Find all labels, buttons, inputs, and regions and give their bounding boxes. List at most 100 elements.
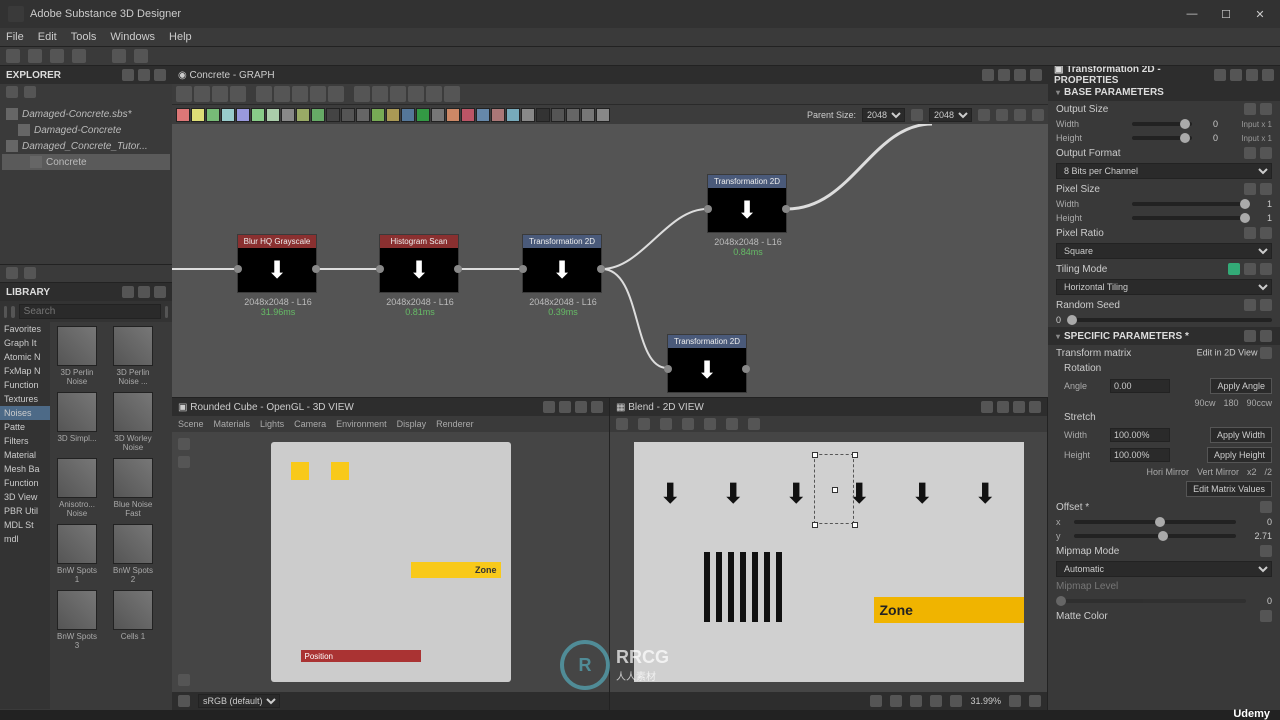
view2d-tool-icon[interactable]	[660, 418, 672, 430]
view2d-tool-icon[interactable]	[704, 418, 716, 430]
library-thumb[interactable]: 3D Perlin Noise	[54, 326, 100, 386]
toolbar-save-icon[interactable]	[50, 49, 64, 63]
palette-swatch[interactable]	[356, 108, 370, 122]
window-maximize[interactable]: ☐	[1214, 8, 1238, 21]
palette-swatch[interactable]	[566, 108, 580, 122]
reset-icon[interactable]	[1244, 227, 1256, 239]
link-icon[interactable]	[911, 109, 923, 121]
library-category[interactable]: Function	[0, 378, 50, 392]
view2d-status-icon[interactable]	[950, 695, 962, 707]
library-thumb[interactable]: BnW Spots 2	[110, 524, 156, 584]
palette-swatch[interactable]	[461, 108, 475, 122]
palette-swatch[interactable]	[416, 108, 430, 122]
view2d-reset-icon[interactable]	[1029, 695, 1041, 707]
offset-x-slider[interactable]	[1074, 520, 1236, 524]
props-pop-icon[interactable]	[1230, 69, 1242, 81]
palette-swatch[interactable]	[536, 108, 550, 122]
view2d-tool-icon[interactable]	[638, 418, 650, 430]
library-pin-icon[interactable]	[122, 286, 134, 298]
view3d-pin-icon[interactable]	[543, 401, 555, 413]
graph-tool-icon[interactable]	[390, 86, 406, 102]
library-max-icon[interactable]	[138, 286, 150, 298]
menu-file[interactable]: File	[6, 31, 24, 43]
graph-tool-icon[interactable]	[372, 86, 388, 102]
view3d-menu-camera[interactable]: Camera	[294, 419, 326, 429]
view2d-status-icon[interactable]	[870, 695, 882, 707]
edit-matrix-button[interactable]: Edit Matrix Values	[1186, 481, 1272, 497]
view3d-menu-lights[interactable]: Lights	[260, 419, 284, 429]
library-category[interactable]: PBR Util	[0, 504, 50, 518]
palette-swatch[interactable]	[431, 108, 445, 122]
explorer-item[interactable]: Damaged-Concrete	[2, 122, 170, 138]
explorer-tool2-icon[interactable]	[24, 86, 36, 98]
tiling-mode-select[interactable]: Horizontal Tiling	[1056, 279, 1272, 295]
palette-swatch[interactable]	[326, 108, 340, 122]
library-thumb[interactable]: 3D Simpl...	[54, 392, 100, 452]
spec-icon[interactable]	[1244, 330, 1256, 342]
ps-width-slider[interactable]	[1132, 202, 1246, 206]
library-category[interactable]: 3D View	[0, 490, 50, 504]
library-category[interactable]: Atomic N	[0, 350, 50, 364]
library-thumb[interactable]: Cells 1	[110, 590, 156, 650]
palette-swatch[interactable]	[341, 108, 355, 122]
random-seed-slider[interactable]	[1067, 318, 1272, 322]
view3d-menu-environment[interactable]: Environment	[336, 419, 387, 429]
explorer-item[interactable]: Concrete	[2, 154, 170, 170]
apply-width-button[interactable]: Apply Width	[1210, 427, 1272, 443]
view3d-light-icon[interactable]	[178, 456, 190, 468]
graph-tool-icon[interactable]	[212, 86, 228, 102]
graph-pin-icon[interactable]	[982, 69, 994, 81]
scale-half[interactable]: /2	[1264, 467, 1272, 477]
view3d-menu-renderer[interactable]: Renderer	[436, 419, 474, 429]
palette-swatch[interactable]	[446, 108, 460, 122]
library-thumb[interactable]: Anisotro... Noise	[54, 458, 100, 518]
view3d-camera-icon[interactable]	[178, 438, 190, 450]
stretch-height-input[interactable]	[1110, 448, 1170, 462]
width-slider[interactable]	[1132, 122, 1192, 126]
graph-tool-icon[interactable]	[230, 86, 246, 102]
palette-swatch[interactable]	[521, 108, 535, 122]
library-thumb[interactable]: 3D Perlin Noise ...	[110, 326, 156, 386]
library-category[interactable]: Mesh Ba	[0, 462, 50, 476]
menu-icon[interactable]	[1260, 227, 1272, 239]
library-search-input[interactable]	[19, 304, 161, 319]
graph-max-icon[interactable]	[1014, 69, 1026, 81]
toolbar-redo-icon[interactable]	[134, 49, 148, 63]
graph-node[interactable]: Blur HQ Grayscale⬇2048x2048 - L1631.96ms	[237, 234, 317, 293]
view2d-status-icon[interactable]	[890, 695, 902, 707]
view2d-close-icon[interactable]	[1029, 401, 1041, 413]
window-minimize[interactable]: —	[1180, 8, 1204, 21]
library-category[interactable]: FxMap N	[0, 364, 50, 378]
graph-tool-icon[interactable]	[256, 86, 272, 102]
palette-swatch[interactable]	[581, 108, 595, 122]
menu-icon[interactable]	[1260, 103, 1272, 115]
view3d-menu-materials[interactable]: Materials	[214, 419, 251, 429]
output-format-select[interactable]: 8 Bits per Channel	[1056, 163, 1272, 179]
scale-x2[interactable]: x2	[1247, 467, 1257, 477]
graph-rt-icon[interactable]	[1032, 109, 1044, 121]
apply-height-button[interactable]: Apply Height	[1207, 447, 1272, 463]
colorspace-icon[interactable]	[178, 695, 190, 707]
explorer-max-icon[interactable]	[138, 69, 150, 81]
graph-tool-icon[interactable]	[176, 86, 192, 102]
menu-tools[interactable]: Tools	[71, 31, 97, 43]
library-thumb[interactable]: Blue Noise Fast	[110, 458, 156, 518]
view3d-menu-display[interactable]: Display	[397, 419, 427, 429]
graph-tool-icon[interactable]	[354, 86, 370, 102]
library-thumb[interactable]: BnW Spots 3	[54, 590, 100, 650]
info2-icon[interactable]	[24, 267, 36, 279]
view3d-preview[interactable]: Zone Position	[271, 442, 511, 682]
palette-swatch[interactable]	[401, 108, 415, 122]
palette-swatch[interactable]	[506, 108, 520, 122]
node-size-select[interactable]: 2048	[929, 108, 972, 122]
colorspace-select[interactable]: sRGB (default)	[198, 694, 280, 708]
window-close[interactable]: ✕	[1248, 8, 1272, 21]
menu-icon[interactable]	[1260, 263, 1272, 275]
palette-swatch[interactable]	[491, 108, 505, 122]
view2d-pop-icon[interactable]	[997, 401, 1009, 413]
explorer-item[interactable]: Damaged-Concrete.sbs*	[2, 106, 170, 122]
library-category[interactable]: Graph It	[0, 336, 50, 350]
palette-swatch[interactable]	[296, 108, 310, 122]
rot-90cw[interactable]: 90cw	[1194, 398, 1215, 408]
mipmap-mode-select[interactable]: Automatic	[1056, 561, 1272, 577]
